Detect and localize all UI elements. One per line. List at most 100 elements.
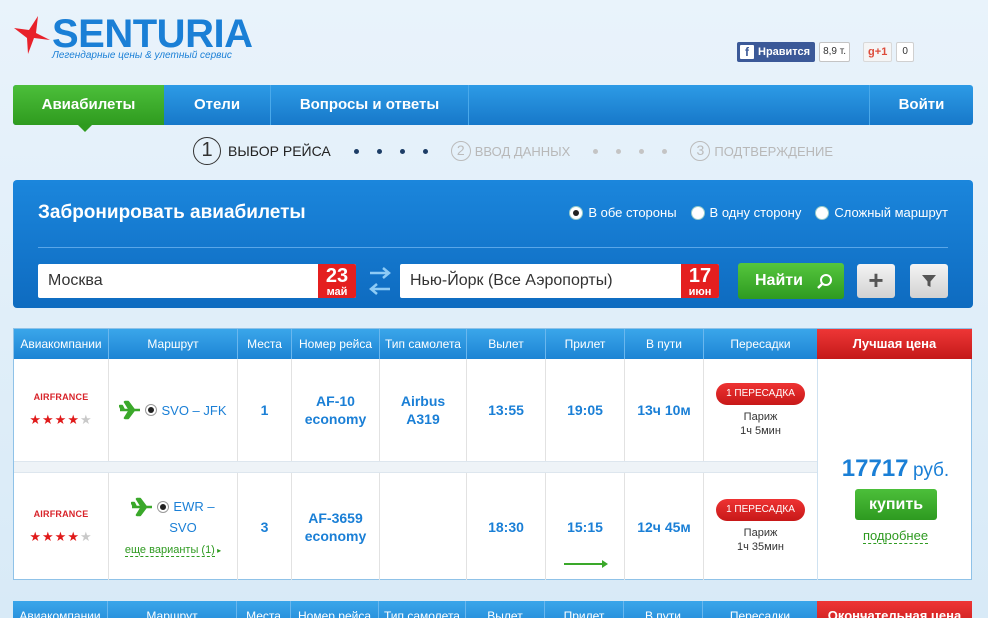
facebook-icon: f <box>740 45 754 59</box>
nav-item-hotels[interactable]: Отели <box>164 85 271 125</box>
booking-divider <box>38 247 948 248</box>
radio-round-trip-label: В обе стороны <box>588 205 677 220</box>
arrival-cell: 19:05 <box>546 359 625 461</box>
seats-cell: 1 <box>238 359 292 461</box>
step-dots-active <box>345 148 437 154</box>
route-text-line2: SVO <box>169 519 197 535</box>
col-seats: Места <box>238 329 292 359</box>
chevron-right-icon: ▸ <box>214 545 222 555</box>
main-nav: Авиабилеты Отели Вопросы и ответы Войти <box>13 85 973 132</box>
more-variants-label[interactable]: еще варианты (1) <box>124 543 215 557</box>
route-cell: SVO – JFK <box>109 359 238 461</box>
route-select-radio[interactable] <box>145 404 158 416</box>
nav-item-faq[interactable]: Вопросы и ответы <box>271 85 469 125</box>
to-date[interactable]: 17 июн <box>681 264 719 298</box>
table-row[interactable]: AIRFRANCE ★★★★★ SVO – JFK 1 AF-10 econom… <box>14 359 817 461</box>
filter-button[interactable] <box>910 264 948 298</box>
price: 17717 руб. <box>818 455 973 483</box>
route-text: SVO – JFK <box>161 402 227 418</box>
col-route: Маршрут <box>109 329 238 359</box>
final-price-header: Окончательная цена <box>817 601 972 618</box>
gplus-label: +1 <box>874 46 888 58</box>
from-field[interactable]: Москва 23 май <box>38 264 356 298</box>
from-date-month: май <box>326 286 348 298</box>
airline-name: AIRFRANCE <box>33 392 89 402</box>
add-flight-button[interactable]: + <box>857 264 895 298</box>
seats-value: 1 <box>260 402 269 418</box>
facebook-like-button[interactable]: f Нравится <box>737 42 816 62</box>
seats-cell: 3 <box>238 473 292 580</box>
more-variants-link[interactable]: еще варианты (1) ▸ <box>124 540 222 558</box>
airline-logo: AIRFRANCE <box>34 509 89 519</box>
find-button-label: Найти <box>755 272 803 289</box>
step-1-label: ВЫБОР РЕЙСА <box>228 143 331 159</box>
to-field[interactable]: Нью-Йорк (Все Аэропорты) 17 июн <box>400 264 719 298</box>
radio-multi-city-dot[interactable] <box>815 205 830 220</box>
col-flight-number: Номер рейса <box>291 601 379 618</box>
login-button[interactable]: Войти <box>869 85 973 125</box>
radio-round-trip[interactable]: В обе стороны <box>569 205 677 220</box>
flight-class: economy <box>304 527 367 544</box>
aircraft-cell: Airbus A319 <box>380 359 467 461</box>
flight-number: AF-10 <box>316 393 355 409</box>
transfers-cell: 1 ПЕРЕСАДКА Париж 1ч 35мин <box>704 473 817 580</box>
details-link[interactable]: подробнее <box>818 528 973 544</box>
aircraft-make: Airbus <box>400 393 446 409</box>
col-transfers: Пересадки <box>729 609 791 618</box>
departure-cell: 18:30 <box>467 473 546 580</box>
route-select-radio[interactable] <box>157 500 170 513</box>
from-city-input[interactable]: Москва <box>48 264 103 298</box>
transfer-time: 1ч 35мин <box>737 541 784 553</box>
details-label[interactable]: подробнее <box>862 528 929 544</box>
flight-results: Авиакомпании Маршрут Места Номер рейса Т… <box>13 328 972 580</box>
airline-rating: ★★★★★ <box>29 412 93 427</box>
row-divider <box>14 461 817 473</box>
col-aircraft: Тип самолета <box>380 329 467 359</box>
radio-round-trip-dot[interactable] <box>569 205 584 220</box>
transfer-badge[interactable]: 1 ПЕРЕСАДКА <box>716 382 805 405</box>
booking-steps: 1 ВЫБОР РЕЙСА 2 ВВОД ДАННЫХ 3 ПОДТВЕРЖДЕ… <box>193 136 833 166</box>
from-date[interactable]: 23 май <box>318 264 356 298</box>
aircraft-model: A319 <box>406 411 440 427</box>
price-value: 17717 <box>841 455 909 482</box>
duration-value: 13ч 10м <box>637 402 691 418</box>
route-cell: EWR – SVO еще варианты (1) ▸ <box>109 473 238 580</box>
booking-panel: Забронировать авиабилеты В обе стороны В… <box>13 180 973 308</box>
transfers-cell: 1 ПЕРЕСАДКА Париж 1ч 5мин <box>704 359 817 461</box>
flight-number: AF-3659 <box>308 509 363 526</box>
plane-icon <box>131 497 153 516</box>
flight-number-cell: AF-10 economy <box>292 359 380 461</box>
gplus-button[interactable]: g+1 <box>863 42 893 62</box>
col-flight-number: Номер рейса <box>292 329 380 359</box>
find-button[interactable]: Найти <box>738 263 844 299</box>
trip-type-options: В обе стороны В одну сторону Сложный мар… <box>555 205 948 220</box>
flight-number-cell: AF-3659 economy <box>292 473 380 580</box>
swap-direction-icon[interactable] <box>367 264 393 298</box>
airline-rating: ★★★★★ <box>29 528 93 544</box>
brand-tagline: Легендарные цены & улетный сервис <box>52 50 232 61</box>
radio-one-way[interactable]: В одну сторону <box>690 205 802 220</box>
transfer-city: Париж <box>743 410 778 423</box>
airline-cell: AIRFRANCE ★★★★★ <box>14 359 109 461</box>
transfer-badge[interactable]: 1 ПЕРЕСАДКА <box>716 499 805 521</box>
results-header-2: Авиакомпании Маршрут Места Номер рейса Т… <box>13 601 817 618</box>
to-date-day: 17 <box>688 265 712 287</box>
departure-cell: 13:55 <box>467 359 546 461</box>
arrival-cell: 15:15 <box>546 473 625 580</box>
price-currency: руб. <box>912 460 950 481</box>
radio-multi-city[interactable]: Сложный маршрут <box>815 205 948 220</box>
table-row[interactable]: AIRFRANCE ★★★★★ EWR – SVO еще варианты (… <box>14 473 817 580</box>
arrival-time: 15:15 <box>567 518 603 535</box>
buy-button[interactable]: купить <box>855 489 937 520</box>
to-city-input[interactable]: Нью-Йорк (Все Аэропорты) <box>410 264 613 298</box>
nav-item-flights[interactable]: Авиабилеты <box>13 85 164 125</box>
site-header: SENTURIA Легендарные цены & улетный серв… <box>0 0 988 84</box>
col-duration: В пути <box>624 601 703 618</box>
best-price-header: Лучшая цена <box>817 329 972 359</box>
arrival-time: 19:05 <box>567 402 603 418</box>
airline-name: AIRFRANCE <box>33 508 89 519</box>
radio-one-way-label: В одну сторону <box>709 205 802 220</box>
transfer-city: Париж <box>743 527 778 539</box>
col-departure: Вылет <box>466 601 545 618</box>
radio-one-way-dot[interactable] <box>690 205 705 220</box>
